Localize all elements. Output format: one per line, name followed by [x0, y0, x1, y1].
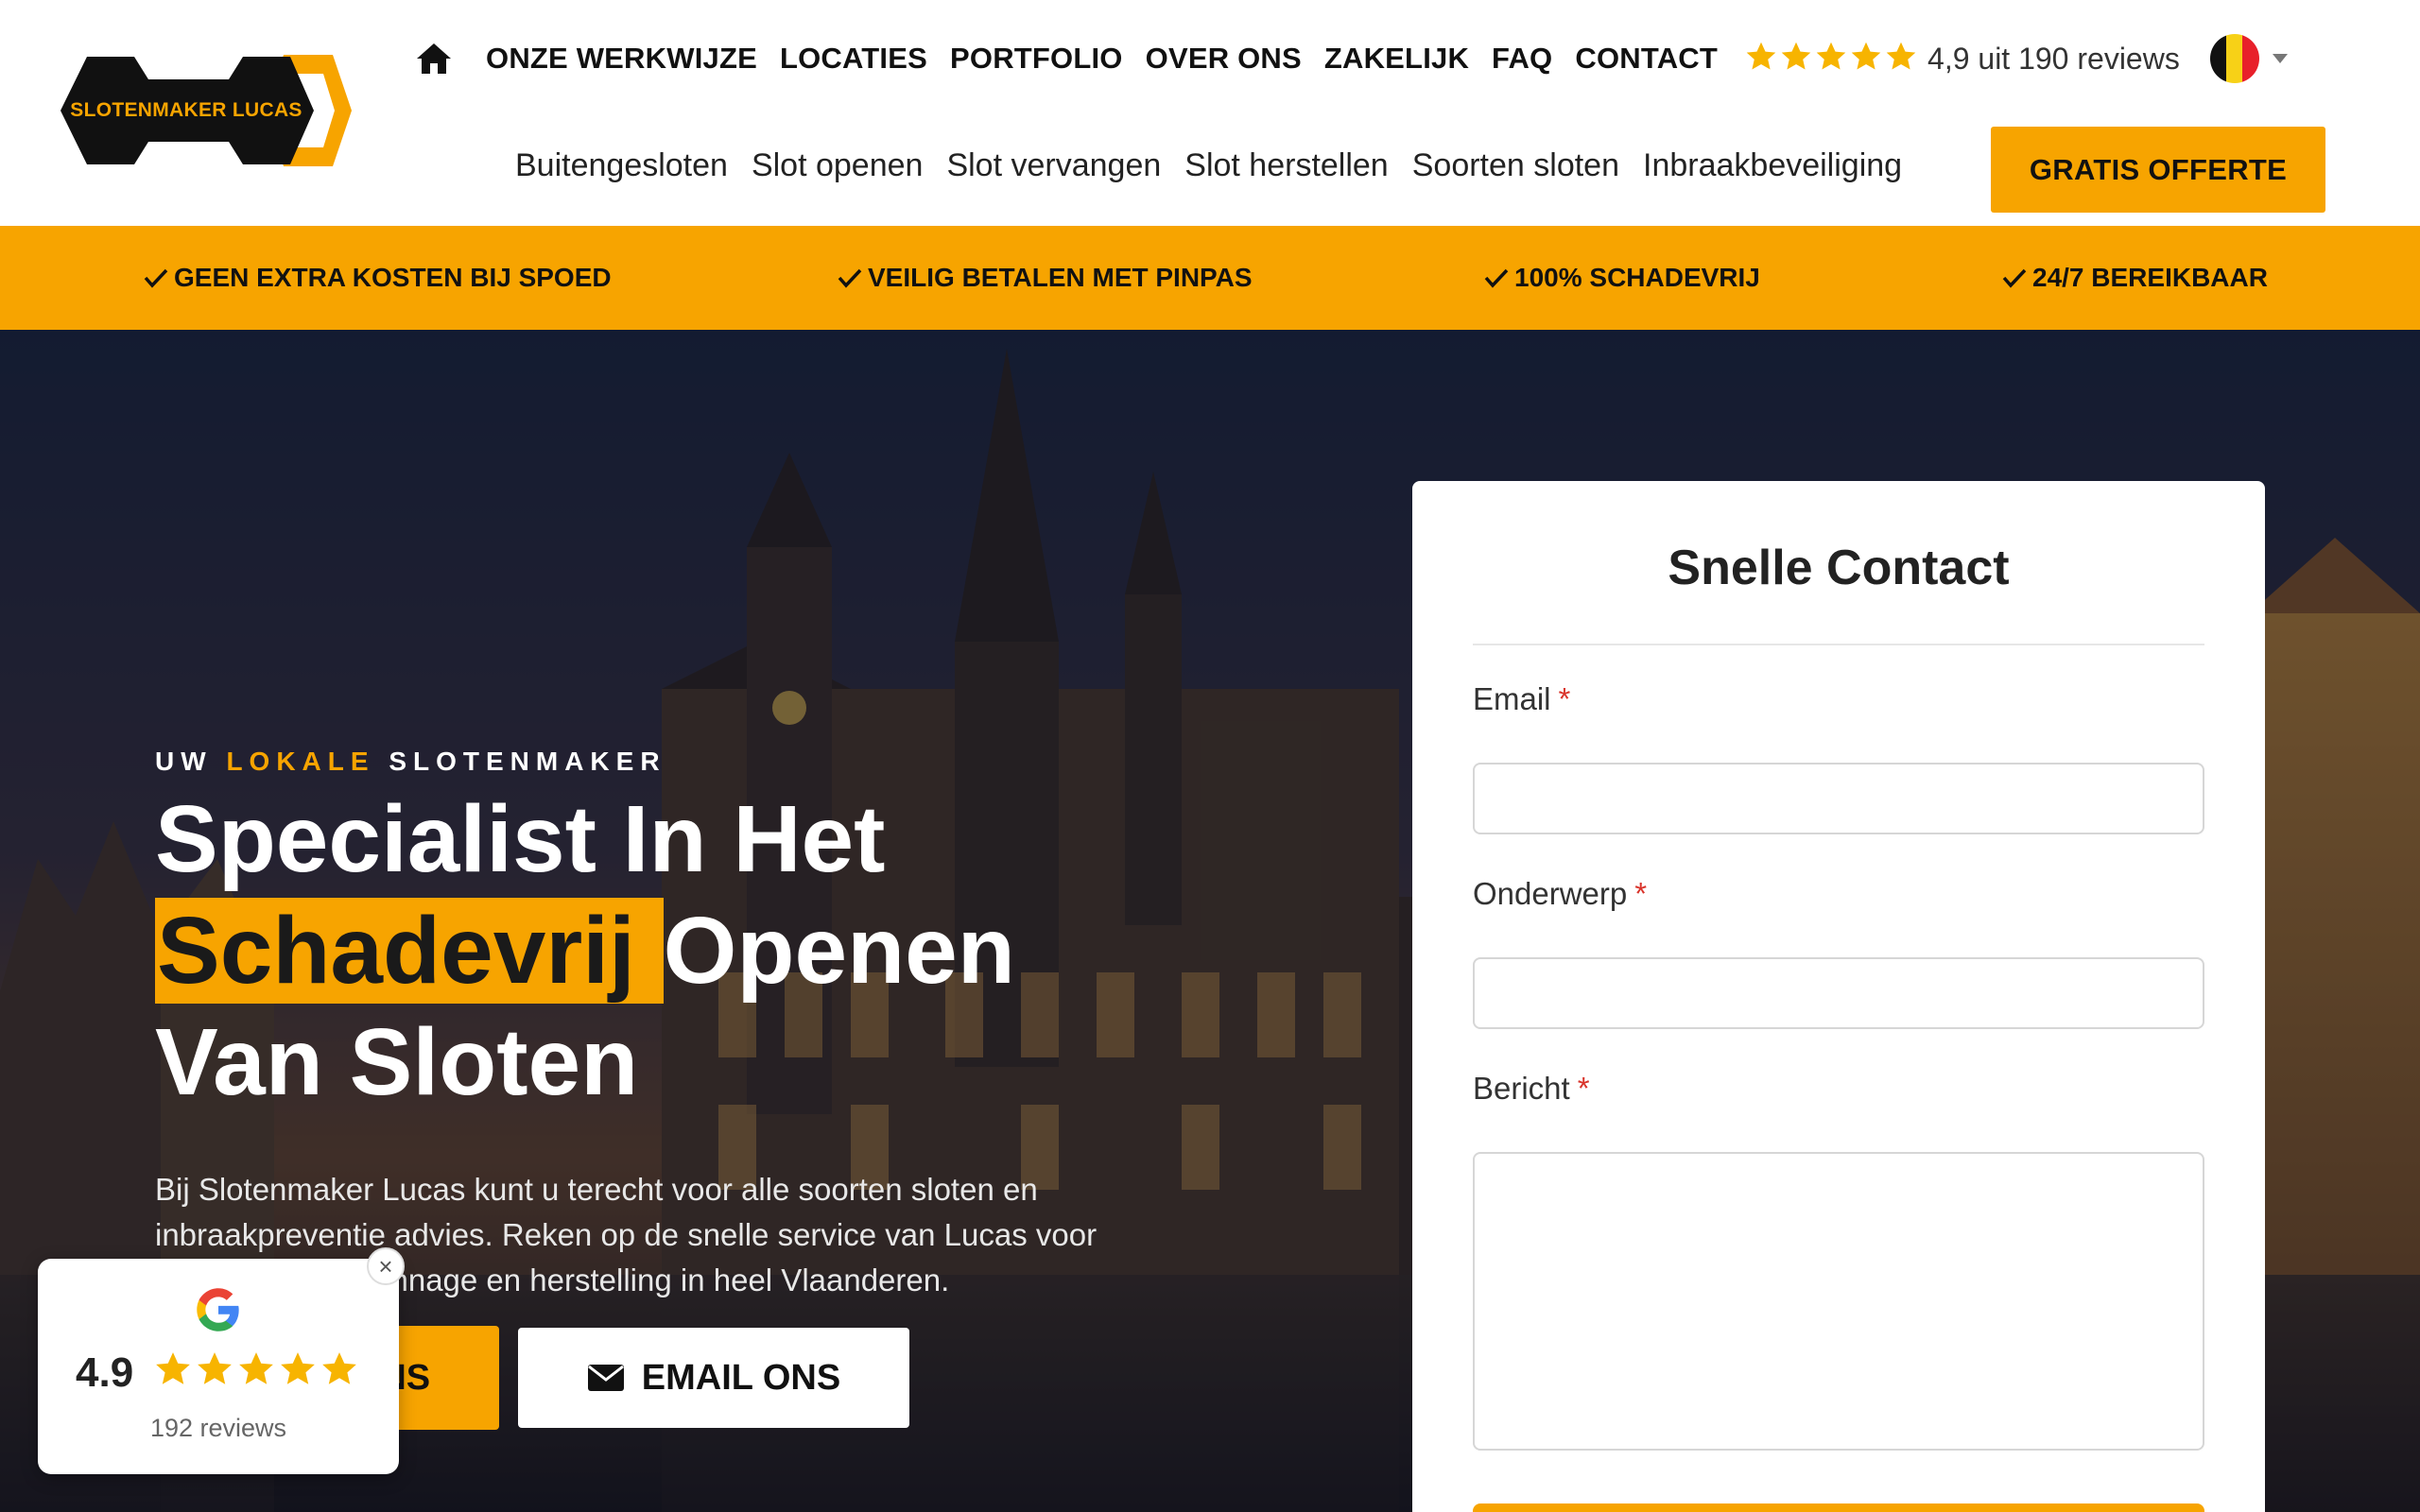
divider [1473, 644, 2204, 645]
star-icon [1744, 40, 1778, 78]
header-rating[interactable]: 4,9 uit 190 reviews [1744, 40, 2180, 78]
checkmark-icon [144, 268, 168, 288]
headline-line-2-rest: Openen [663, 898, 1015, 1004]
usp-item: 100% SCHADEVRIJ [1484, 226, 1760, 330]
header-rating-stars [1744, 40, 1918, 78]
hero-headline: Specialist In Het Schadevrij Openen Van … [155, 783, 1015, 1118]
headline-line-1: Specialist In Het [155, 786, 886, 892]
star-icon [1884, 40, 1918, 78]
usp-item: 24/7 BEREIKBAAR [2002, 226, 2268, 330]
required-mark: * [1634, 876, 1648, 911]
checkmark-icon [1484, 268, 1509, 288]
subject-field-label: Onderwerp * [1473, 876, 1647, 912]
submit-button[interactable] [1473, 1503, 2204, 1512]
usp-item: VEILIG BETALEN MET PINPAS [838, 226, 1253, 330]
email-field[interactable] [1473, 763, 2204, 834]
checkmark-icon [2002, 268, 2027, 288]
email-label-text: Email [1473, 681, 1551, 716]
contact-form-title: Snelle Contact [1668, 541, 2010, 595]
home-icon[interactable] [414, 39, 454, 78]
message-field[interactable] [1473, 1152, 2204, 1451]
envelope-icon [587, 1365, 624, 1391]
eyebrow-accent: LOKALE [226, 747, 375, 776]
subnav-item-slot-openen[interactable]: Slot openen [752, 147, 924, 184]
free-quote-button[interactable]: GRATIS OFFERTE [1991, 127, 2325, 213]
subnav-item-soorten-sloten[interactable]: Soorten sloten [1412, 147, 1619, 184]
usp-item: GEEN EXTRA KOSTEN BIJ SPOED [144, 226, 612, 330]
star-icon [320, 1349, 359, 1394]
headline-line-2: Schadevrij Openen [155, 895, 1015, 1006]
usp-label: 100% SCHADEVRIJ [1514, 263, 1760, 292]
subnav-item-buitengesloten[interactable]: Buitengesloten [515, 147, 728, 184]
google-rating-stars [153, 1349, 359, 1394]
nav-item-locaties[interactable]: LOCATIES [780, 42, 927, 76]
nav-item-faq[interactable]: FAQ [1492, 42, 1552, 76]
required-mark: * [1558, 681, 1571, 716]
close-icon[interactable]: × [367, 1247, 405, 1285]
eyebrow-text-start: UW [155, 747, 227, 776]
headline-highlight: Schadevrij [155, 898, 664, 1004]
brand-logo[interactable]: SLOTENMAKER LUCAS [59, 53, 352, 168]
hero-eyebrow: UW LOKALE SLOTENMAKER [155, 747, 666, 777]
star-icon [195, 1349, 234, 1394]
email-button[interactable]: EMAIL ONS [518, 1328, 909, 1428]
star-icon [153, 1349, 193, 1394]
star-icon [1814, 40, 1848, 78]
subnav-item-inbraakbeveiliging[interactable]: Inbraakbeveiliging [1643, 147, 1902, 184]
headline-line-3: Van Sloten [155, 1009, 639, 1115]
star-icon [278, 1349, 318, 1394]
subnav-item-slot-herstellen[interactable]: Slot herstellen [1184, 147, 1388, 184]
required-mark: * [1577, 1071, 1590, 1106]
brand-name: SLOTENMAKER LUCAS [70, 99, 302, 121]
usp-label: GEEN EXTRA KOSTEN BIJ SPOED [174, 263, 612, 292]
nav-items: ONZE WERKWIJZE LOCATIES PORTFOLIO OVER ONS Z… [486, 42, 1718, 76]
google-rating-widget[interactable]: 4.9 192 reviews [38, 1259, 399, 1474]
checkmark-icon [838, 268, 862, 288]
google-rating-score: 4.9 [76, 1349, 134, 1396]
google-logo-icon [197, 1288, 239, 1332]
nav-item-over-ons[interactable]: OVER ONS [1146, 42, 1302, 76]
star-icon [1779, 40, 1813, 78]
star-icon [236, 1349, 276, 1394]
email-field-label: Email * [1473, 681, 1570, 717]
service-navigation: Buitengesloten Slot openen Slot vervangen S… [515, 147, 1902, 184]
nav-item-portfolio[interactable]: PORTFOLIO [950, 42, 1123, 76]
nav-item-contact[interactable]: CONTACT [1575, 42, 1718, 76]
main-navigation: ONZE WERKWIJZE LOCATIES PORTFOLIO OVER ONS Z… [414, 34, 2288, 83]
eyebrow-text-end: SLOTENMAKER [374, 747, 666, 776]
usp-label: VEILIG BETALEN MET PINPAS [868, 263, 1253, 292]
belgium-flag-icon [2209, 34, 2259, 83]
chevron-down-icon [2272, 54, 2288, 63]
site-header: SLOTENMAKER LUCAS ONZE WERKWIJZE LOCATIES… [0, 0, 2420, 226]
email-button-label: EMAIL ONS [641, 1357, 841, 1398]
message-field-label: Bericht * [1473, 1071, 1590, 1107]
nav-item-zakelijk[interactable]: ZAKELIJK [1324, 42, 1469, 76]
quick-contact-form: Snelle Contact Email * Onderwerp * Bericht… [1412, 481, 2265, 1512]
star-icon [1849, 40, 1883, 78]
usp-bar: GEEN EXTRA KOSTEN BIJ SPOED VEILIG BETALE… [0, 226, 2420, 330]
nav-item-onze-werkwijze[interactable]: ONZE WERKWIJZE [486, 42, 757, 76]
language-selector[interactable] [2209, 34, 2288, 83]
google-review-count: 192 reviews [149, 1414, 287, 1442]
message-label-text: Bericht [1473, 1071, 1570, 1106]
usp-label: 24/7 BEREIKBAAR [2032, 263, 2268, 292]
subnav-item-slot-vervangen[interactable]: Slot vervangen [946, 147, 1161, 184]
header-rating-text: 4,9 uit 190 reviews [1927, 41, 2180, 76]
subject-label-text: Onderwerp [1473, 876, 1628, 911]
subject-field[interactable] [1473, 957, 2204, 1029]
